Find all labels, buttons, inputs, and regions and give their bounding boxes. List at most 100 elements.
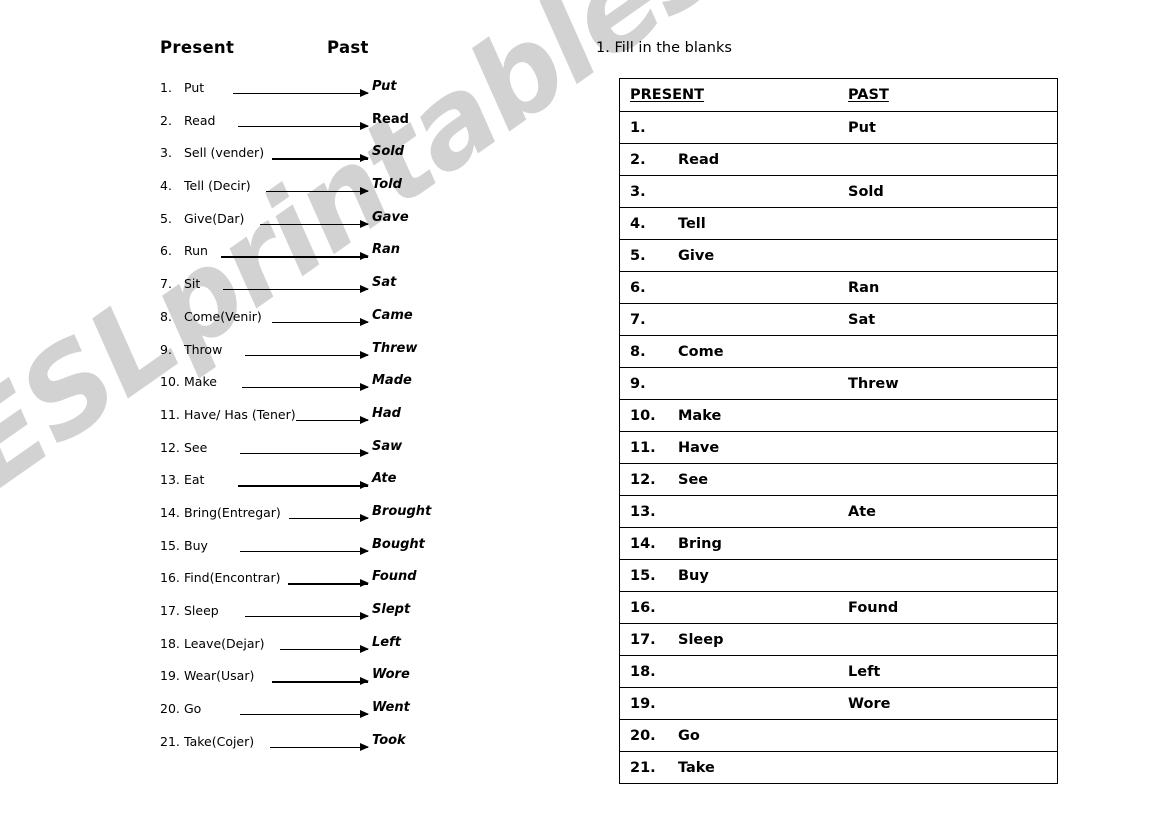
table-cell[interactable]: 20. Go bbox=[619, 719, 1058, 752]
table-row: 18. Left bbox=[619, 655, 1058, 688]
verb-pair-row: 2. Read Read bbox=[160, 111, 490, 144]
table-cell[interactable]: 12. See bbox=[619, 463, 1058, 496]
table-cell-present[interactable]: Make bbox=[678, 408, 721, 424]
verb-pair-present: Sleep bbox=[184, 603, 219, 618]
verb-pair-number: 5. bbox=[160, 210, 172, 226]
table-cell-past[interactable]: Sold bbox=[848, 184, 884, 200]
arrow-right-icon bbox=[223, 285, 369, 294]
verb-pair-row: 21. Take(Cojer) Took bbox=[160, 732, 490, 765]
arrow-right-icon bbox=[260, 219, 369, 229]
verb-pair-number: 17. bbox=[160, 603, 180, 618]
table-row-number: 18. bbox=[630, 663, 656, 680]
table-row-number: 9. bbox=[630, 375, 646, 392]
table-cell-present[interactable]: Sleep bbox=[678, 632, 723, 648]
verb-pair-past: Brought bbox=[372, 503, 432, 519]
verb-pair-past: Threw bbox=[372, 340, 418, 356]
table-cell[interactable]: 14. Bring bbox=[619, 527, 1058, 560]
verb-pair-row: 11. Have/ Has (Tener) Had bbox=[160, 405, 490, 438]
table-cell[interactable]: 2. Read bbox=[619, 143, 1058, 176]
arrow-shaft bbox=[245, 354, 368, 356]
verb-pair-past: Went bbox=[372, 700, 410, 716]
table-cell[interactable]: 3. Sold bbox=[619, 175, 1058, 208]
table-cell-past[interactable]: Sat bbox=[848, 312, 875, 328]
arrow-right-icon bbox=[296, 415, 369, 425]
verb-pair-number: 9. bbox=[160, 341, 172, 357]
table-cell[interactable]: 11. Have bbox=[619, 431, 1058, 464]
arrow-head bbox=[360, 612, 369, 620]
arrow-head bbox=[360, 677, 369, 686]
table-cell[interactable]: 4. Tell bbox=[619, 207, 1058, 240]
arrow-shaft bbox=[272, 321, 368, 324]
table-row: 3. Sold bbox=[619, 175, 1058, 208]
table-cell-present[interactable]: Come bbox=[678, 344, 724, 360]
arrow-right-icon bbox=[245, 612, 369, 621]
arrow-head bbox=[360, 285, 369, 294]
table-cell[interactable]: 13. Ate bbox=[619, 495, 1058, 528]
table-cell-past[interactable]: Left bbox=[848, 664, 880, 680]
arrow-head bbox=[360, 644, 369, 653]
table-row: 17. Sleep bbox=[619, 623, 1058, 656]
table-cell[interactable]: 1. Put bbox=[619, 111, 1058, 144]
arrow-right-icon bbox=[272, 677, 369, 686]
table-row-number: 14. bbox=[630, 535, 656, 552]
table-cell-present[interactable]: Give bbox=[678, 248, 714, 264]
table-cell-present[interactable]: Take bbox=[678, 760, 715, 776]
table-cell[interactable]: 10. Make bbox=[619, 399, 1058, 432]
verb-pair-present: Give(Dar) bbox=[184, 210, 245, 226]
table-cell-present[interactable]: Read bbox=[678, 152, 719, 168]
verb-pair-past: Bought bbox=[372, 536, 425, 552]
table-row: 9. Threw bbox=[619, 367, 1058, 400]
verb-pair-past: Sold bbox=[372, 144, 405, 160]
table-cell-past[interactable]: Threw bbox=[848, 376, 899, 392]
verb-pair-number: 16. bbox=[160, 570, 180, 586]
table-cell[interactable]: 6. Ran bbox=[619, 271, 1058, 304]
table-row: 2. Read bbox=[619, 143, 1058, 176]
verb-pair-number: 12. bbox=[160, 439, 180, 455]
arrow-head bbox=[360, 350, 369, 359]
table-cell-past[interactable]: Found bbox=[848, 600, 898, 616]
verb-pair-row: 3. Sell (vender) Sold bbox=[160, 143, 490, 176]
verb-pair-present: Buy bbox=[184, 537, 208, 553]
table-cell-present[interactable]: Tell bbox=[678, 216, 706, 232]
table-cell-present[interactable]: See bbox=[678, 472, 708, 488]
table-cell-past[interactable]: Put bbox=[848, 120, 876, 136]
table-row: 8. Come bbox=[619, 335, 1058, 368]
table-cell[interactable]: 18. Left bbox=[619, 655, 1058, 688]
table-cell-present[interactable]: Buy bbox=[678, 568, 709, 584]
verb-pair-past: Ran bbox=[372, 242, 401, 258]
table-row: 4. Tell bbox=[619, 207, 1058, 240]
verb-pair-number: 19. bbox=[160, 668, 180, 684]
table-cell-present[interactable]: Bring bbox=[678, 536, 722, 552]
table-cell[interactable]: 15. Buy bbox=[619, 559, 1058, 592]
verb-pair-present: Bring(Entregar) bbox=[184, 504, 281, 520]
table-cell[interactable]: 7. Sat bbox=[619, 303, 1058, 336]
table-cell[interactable]: 8. Come bbox=[619, 335, 1058, 368]
table-cell[interactable]: 21. Take bbox=[619, 751, 1058, 784]
arrow-right-icon bbox=[289, 513, 369, 523]
arrow-right-icon bbox=[238, 481, 369, 490]
arrow-head bbox=[360, 187, 369, 196]
table-cell[interactable]: 9. Threw bbox=[619, 367, 1058, 400]
table-row-number: 7. bbox=[630, 311, 646, 328]
table-cell-present[interactable]: Go bbox=[678, 728, 700, 744]
heading-present: Present bbox=[160, 38, 235, 57]
arrow-shaft bbox=[240, 714, 368, 716]
verb-pair-past: Sat bbox=[372, 275, 397, 291]
table-row-number: 16. bbox=[630, 599, 656, 616]
verb-pair-row: 12. See Saw bbox=[160, 438, 490, 471]
table-cell[interactable]: 16. Found bbox=[619, 591, 1058, 624]
verb-pair-present: Find(Encontrar) bbox=[184, 570, 281, 586]
verb-pair-number: 7. bbox=[160, 276, 172, 292]
table-cell[interactable]: 17. Sleep bbox=[619, 623, 1058, 656]
arrow-head bbox=[360, 481, 369, 490]
verb-pair-past: Came bbox=[372, 307, 413, 323]
table-cell-past[interactable]: Ate bbox=[848, 504, 876, 520]
verb-pair-past: Saw bbox=[372, 438, 403, 454]
table-cell[interactable]: 5. Give bbox=[619, 239, 1058, 272]
table-cell-past[interactable]: Wore bbox=[848, 696, 890, 712]
arrow-head bbox=[360, 121, 369, 130]
table-cell-past[interactable]: Ran bbox=[848, 280, 879, 296]
table-row: 7. Sat bbox=[619, 303, 1058, 336]
table-cell[interactable]: 19. Wore bbox=[619, 687, 1058, 720]
table-cell-present[interactable]: Have bbox=[678, 440, 719, 456]
